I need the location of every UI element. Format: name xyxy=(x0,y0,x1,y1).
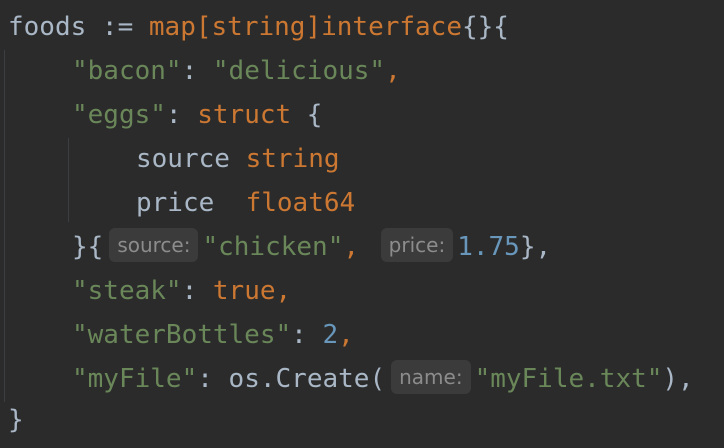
punctuation: {}{ xyxy=(462,12,509,42)
indent-guide-nested xyxy=(68,138,69,222)
package-name: os xyxy=(228,364,260,394)
string-value: "myFile.txt" xyxy=(474,364,663,394)
map-key: "steak" xyxy=(72,276,182,306)
paren: ( xyxy=(369,364,386,394)
number-value: 1.75 xyxy=(457,232,520,262)
keyword: map xyxy=(148,12,196,42)
colon: : xyxy=(181,56,213,86)
code-line-8: "waterBottles": 2, xyxy=(72,313,354,357)
colon: : xyxy=(197,364,229,394)
indent-guide xyxy=(4,50,5,402)
code-editor[interactable]: foods := map[string]interface{}{ "bacon"… xyxy=(0,0,724,448)
code-line-9: "myFile": os.Create(name: "myFile.txt"), xyxy=(72,357,694,401)
code-line-7: "steak": true, xyxy=(72,269,291,313)
punctuation: ), xyxy=(662,364,694,394)
map-key: "waterBottles" xyxy=(72,320,292,350)
colon: : xyxy=(181,276,213,306)
punctuation: }, xyxy=(519,232,552,262)
operator: := xyxy=(86,12,149,42)
parameter-hint: source: xyxy=(109,228,199,262)
parameter-hint: name: xyxy=(391,360,471,394)
colon: : xyxy=(291,320,323,350)
comma: , xyxy=(385,56,401,86)
code-line-6: }{source: "chicken", price: 1.75}, xyxy=(72,225,551,269)
type: string xyxy=(245,144,340,174)
dot: . xyxy=(259,364,276,394)
code-line-4: source string xyxy=(136,137,340,181)
number-value: 2 xyxy=(322,320,339,350)
type: float64 xyxy=(245,188,356,218)
closing-brace: } xyxy=(8,405,24,435)
comma: , xyxy=(343,232,360,262)
code-line-5: price float64 xyxy=(136,181,355,225)
function-name: Create xyxy=(275,364,370,394)
comma: , xyxy=(338,320,354,350)
struct-field: source xyxy=(136,144,230,174)
parameter-hint: price: xyxy=(380,228,454,262)
bracket: [ xyxy=(195,12,212,42)
colon: : xyxy=(165,100,198,130)
map-key: "bacon" xyxy=(72,56,182,86)
punctuation: { xyxy=(291,100,323,130)
identifier: foods xyxy=(8,12,87,42)
map-key: "eggs" xyxy=(72,100,166,130)
string-value: "delicious" xyxy=(212,56,386,86)
struct-field: price xyxy=(136,188,215,218)
punctuation: }{ xyxy=(72,232,104,262)
comma: , xyxy=(275,276,292,306)
code-line-10: } xyxy=(8,398,24,442)
bracket: ] xyxy=(305,12,322,42)
keyword: interface xyxy=(321,12,462,42)
keyword: struct xyxy=(197,100,292,130)
code-line-3: "eggs": struct { xyxy=(72,93,322,137)
bool-value: true xyxy=(212,276,276,306)
map-key: "myFile" xyxy=(72,364,198,394)
code-line-1: foods := map[string]interface{}{ xyxy=(8,5,509,49)
code-line-2: "bacon": "delicious", xyxy=(72,49,401,93)
type: string xyxy=(211,12,306,42)
string-value: "chicken" xyxy=(202,232,344,262)
